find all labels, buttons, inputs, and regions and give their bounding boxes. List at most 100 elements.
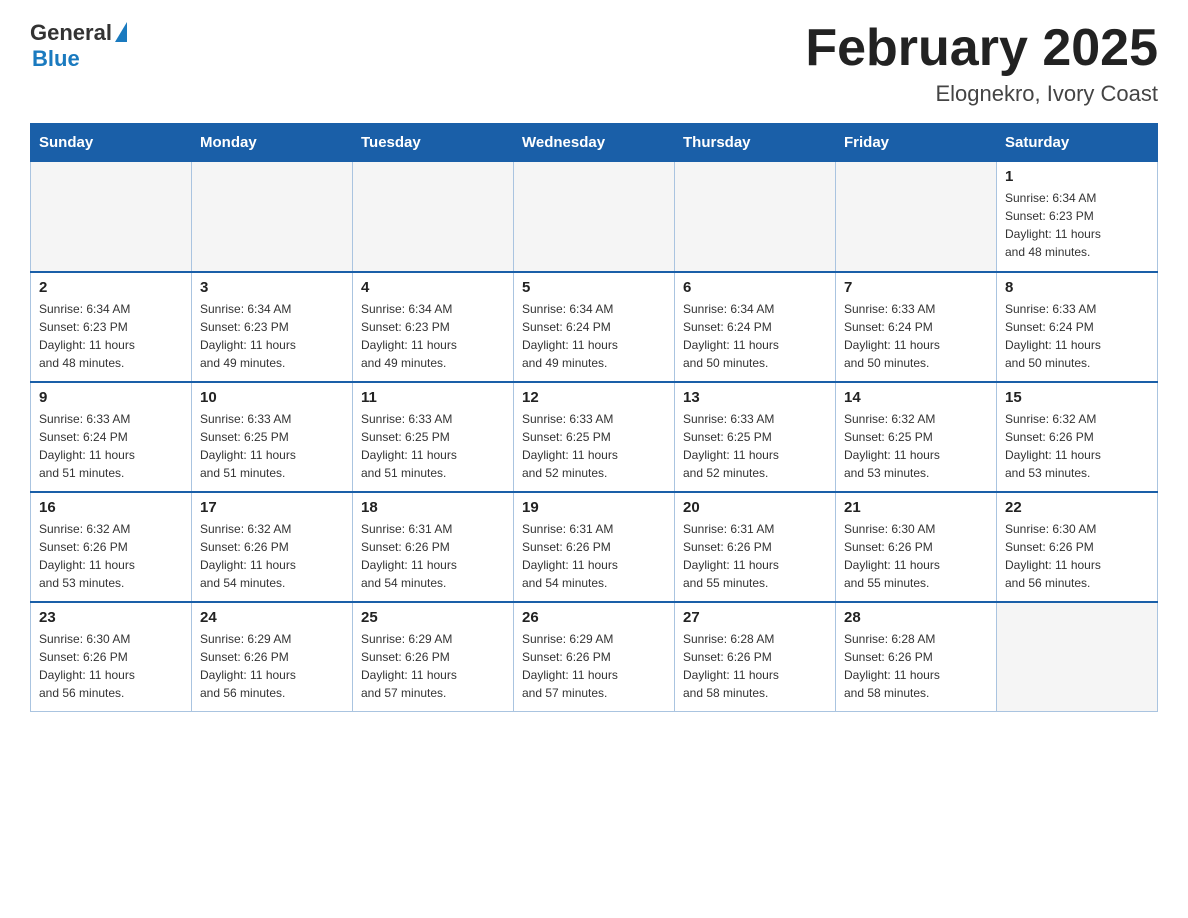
day-info: Sunrise: 6:29 AM Sunset: 6:26 PM Dayligh…: [361, 630, 505, 702]
day-number: 18: [361, 499, 505, 516]
calendar-week-row: 1 Sunrise: 6:34 AM Sunset: 6:23 PM Daylig…: [31, 162, 1158, 272]
calendar-week-row: 9 Sunrise: 6:33 AM Sunset: 6:24 PM Daylig…: [31, 382, 1158, 492]
day-info: Sunrise: 6:31 AM Sunset: 6:26 PM Dayligh…: [522, 520, 666, 592]
day-number: 9: [39, 389, 183, 406]
day-info: Sunrise: 6:33 AM Sunset: 6:25 PM Dayligh…: [361, 410, 505, 482]
day-number: 1: [1005, 168, 1149, 185]
location: Elognekro, Ivory Coast: [805, 81, 1158, 107]
day-number: 15: [1005, 389, 1149, 406]
day-info: Sunrise: 6:34 AM Sunset: 6:23 PM Dayligh…: [361, 300, 505, 372]
calendar-cell: [353, 162, 514, 272]
month-title: February 2025: [805, 20, 1158, 77]
calendar-cell: 17 Sunrise: 6:32 AM Sunset: 6:26 PM Dayli…: [192, 492, 353, 602]
calendar-cell: 3 Sunrise: 6:34 AM Sunset: 6:23 PM Daylig…: [192, 272, 353, 382]
calendar-cell: 9 Sunrise: 6:33 AM Sunset: 6:24 PM Daylig…: [31, 382, 192, 492]
day-number: 28: [844, 609, 988, 626]
calendar-cell: 10 Sunrise: 6:33 AM Sunset: 6:25 PM Dayli…: [192, 382, 353, 492]
day-number: 8: [1005, 279, 1149, 296]
day-number: 24: [200, 609, 344, 626]
calendar-header-monday: Monday: [192, 124, 353, 162]
logo-general-text: General: [30, 20, 112, 46]
calendar-cell: [675, 162, 836, 272]
day-info: Sunrise: 6:31 AM Sunset: 6:26 PM Dayligh…: [361, 520, 505, 592]
day-info: Sunrise: 6:29 AM Sunset: 6:26 PM Dayligh…: [522, 630, 666, 702]
day-number: 11: [361, 389, 505, 406]
day-number: 22: [1005, 499, 1149, 516]
day-info: Sunrise: 6:32 AM Sunset: 6:26 PM Dayligh…: [200, 520, 344, 592]
day-info: Sunrise: 6:32 AM Sunset: 6:26 PM Dayligh…: [39, 520, 183, 592]
day-info: Sunrise: 6:33 AM Sunset: 6:24 PM Dayligh…: [844, 300, 988, 372]
day-info: Sunrise: 6:34 AM Sunset: 6:23 PM Dayligh…: [39, 300, 183, 372]
day-info: Sunrise: 6:33 AM Sunset: 6:25 PM Dayligh…: [522, 410, 666, 482]
day-info: Sunrise: 6:34 AM Sunset: 6:24 PM Dayligh…: [522, 300, 666, 372]
day-info: Sunrise: 6:29 AM Sunset: 6:26 PM Dayligh…: [200, 630, 344, 702]
calendar-cell: [31, 162, 192, 272]
calendar-cell: 19 Sunrise: 6:31 AM Sunset: 6:26 PM Dayli…: [514, 492, 675, 602]
day-info: Sunrise: 6:30 AM Sunset: 6:26 PM Dayligh…: [844, 520, 988, 592]
day-info: Sunrise: 6:28 AM Sunset: 6:26 PM Dayligh…: [683, 630, 827, 702]
calendar-cell: 1 Sunrise: 6:34 AM Sunset: 6:23 PM Daylig…: [997, 162, 1158, 272]
calendar-header-tuesday: Tuesday: [353, 124, 514, 162]
logo-blue-text: Blue: [32, 46, 80, 72]
day-info: Sunrise: 6:34 AM Sunset: 6:23 PM Dayligh…: [1005, 189, 1149, 261]
day-info: Sunrise: 6:34 AM Sunset: 6:24 PM Dayligh…: [683, 300, 827, 372]
page-header: General Blue February 2025 Elognekro, Iv…: [30, 20, 1158, 107]
calendar-cell: 13 Sunrise: 6:33 AM Sunset: 6:25 PM Dayli…: [675, 382, 836, 492]
calendar-header-sunday: Sunday: [31, 124, 192, 162]
calendar-cell: 23Sunrise: 6:30 AM Sunset: 6:26 PM Dayli…: [31, 602, 192, 712]
calendar-cell: 24 Sunrise: 6:29 AM Sunset: 6:26 PM Dayli…: [192, 602, 353, 712]
calendar-cell: 18 Sunrise: 6:31 AM Sunset: 6:26 PM Dayli…: [353, 492, 514, 602]
calendar-cell: [514, 162, 675, 272]
calendar-cell: [192, 162, 353, 272]
day-info: Sunrise: 6:33 AM Sunset: 6:25 PM Dayligh…: [683, 410, 827, 482]
day-info: Sunrise: 6:33 AM Sunset: 6:24 PM Dayligh…: [1005, 300, 1149, 372]
calendar-header-saturday: Saturday: [997, 124, 1158, 162]
day-number: 27: [683, 609, 827, 626]
calendar-cell: [836, 162, 997, 272]
day-info: Sunrise: 6:30 AM Sunset: 6:26 PM Dayligh…: [1005, 520, 1149, 592]
calendar-cell: 6 Sunrise: 6:34 AM Sunset: 6:24 PM Daylig…: [675, 272, 836, 382]
day-number: 10: [200, 389, 344, 406]
day-number: 12: [522, 389, 666, 406]
day-number: 6: [683, 279, 827, 296]
calendar-week-row: 16 Sunrise: 6:32 AM Sunset: 6:26 PM Dayli…: [31, 492, 1158, 602]
day-info: Sunrise: 6:33 AM Sunset: 6:24 PM Dayligh…: [39, 410, 183, 482]
day-number: 3: [200, 279, 344, 296]
calendar-header-wednesday: Wednesday: [514, 124, 675, 162]
day-number: 13: [683, 389, 827, 406]
calendar-table: SundayMondayTuesdayWednesdayThursdayFrid…: [30, 123, 1158, 712]
day-number: 21: [844, 499, 988, 516]
calendar-cell: 11 Sunrise: 6:33 AM Sunset: 6:25 PM Dayli…: [353, 382, 514, 492]
calendar-week-row: 23Sunrise: 6:30 AM Sunset: 6:26 PM Dayli…: [31, 602, 1158, 712]
calendar-cell: 21 Sunrise: 6:30 AM Sunset: 6:26 PM Dayli…: [836, 492, 997, 602]
calendar-header-friday: Friday: [836, 124, 997, 162]
calendar-cell: 7 Sunrise: 6:33 AM Sunset: 6:24 PM Daylig…: [836, 272, 997, 382]
day-number: 17: [200, 499, 344, 516]
calendar-cell: 28 Sunrise: 6:28 AM Sunset: 6:26 PM Dayli…: [836, 602, 997, 712]
day-number: 20: [683, 499, 827, 516]
calendar-cell: 5 Sunrise: 6:34 AM Sunset: 6:24 PM Daylig…: [514, 272, 675, 382]
calendar-cell: [997, 602, 1158, 712]
day-number: 26: [522, 609, 666, 626]
calendar-cell: 26 Sunrise: 6:29 AM Sunset: 6:26 PM Dayli…: [514, 602, 675, 712]
day-number: 5: [522, 279, 666, 296]
day-number: 19: [522, 499, 666, 516]
calendar-cell: 15Sunrise: 6:32 AM Sunset: 6:26 PM Dayli…: [997, 382, 1158, 492]
day-info: Sunrise: 6:30 AM Sunset: 6:26 PM Dayligh…: [39, 630, 183, 702]
calendar-cell: 22 Sunrise: 6:30 AM Sunset: 6:26 PM Dayli…: [997, 492, 1158, 602]
day-number: 16: [39, 499, 183, 516]
day-number: 14: [844, 389, 988, 406]
day-number: 2: [39, 279, 183, 296]
day-number: 7: [844, 279, 988, 296]
logo-triangle-icon: [115, 22, 127, 42]
day-info: Sunrise: 6:31 AM Sunset: 6:26 PM Dayligh…: [683, 520, 827, 592]
calendar-cell: 2 Sunrise: 6:34 AM Sunset: 6:23 PM Daylig…: [31, 272, 192, 382]
calendar-cell: 4Sunrise: 6:34 AM Sunset: 6:23 PM Daylig…: [353, 272, 514, 382]
day-info: Sunrise: 6:34 AM Sunset: 6:23 PM Dayligh…: [200, 300, 344, 372]
calendar-cell: 27 Sunrise: 6:28 AM Sunset: 6:26 PM Dayli…: [675, 602, 836, 712]
calendar-cell: 12 Sunrise: 6:33 AM Sunset: 6:25 PM Dayli…: [514, 382, 675, 492]
calendar-cell: 25Sunrise: 6:29 AM Sunset: 6:26 PM Dayli…: [353, 602, 514, 712]
logo: General Blue: [30, 20, 127, 72]
day-info: Sunrise: 6:33 AM Sunset: 6:25 PM Dayligh…: [200, 410, 344, 482]
day-info: Sunrise: 6:28 AM Sunset: 6:26 PM Dayligh…: [844, 630, 988, 702]
